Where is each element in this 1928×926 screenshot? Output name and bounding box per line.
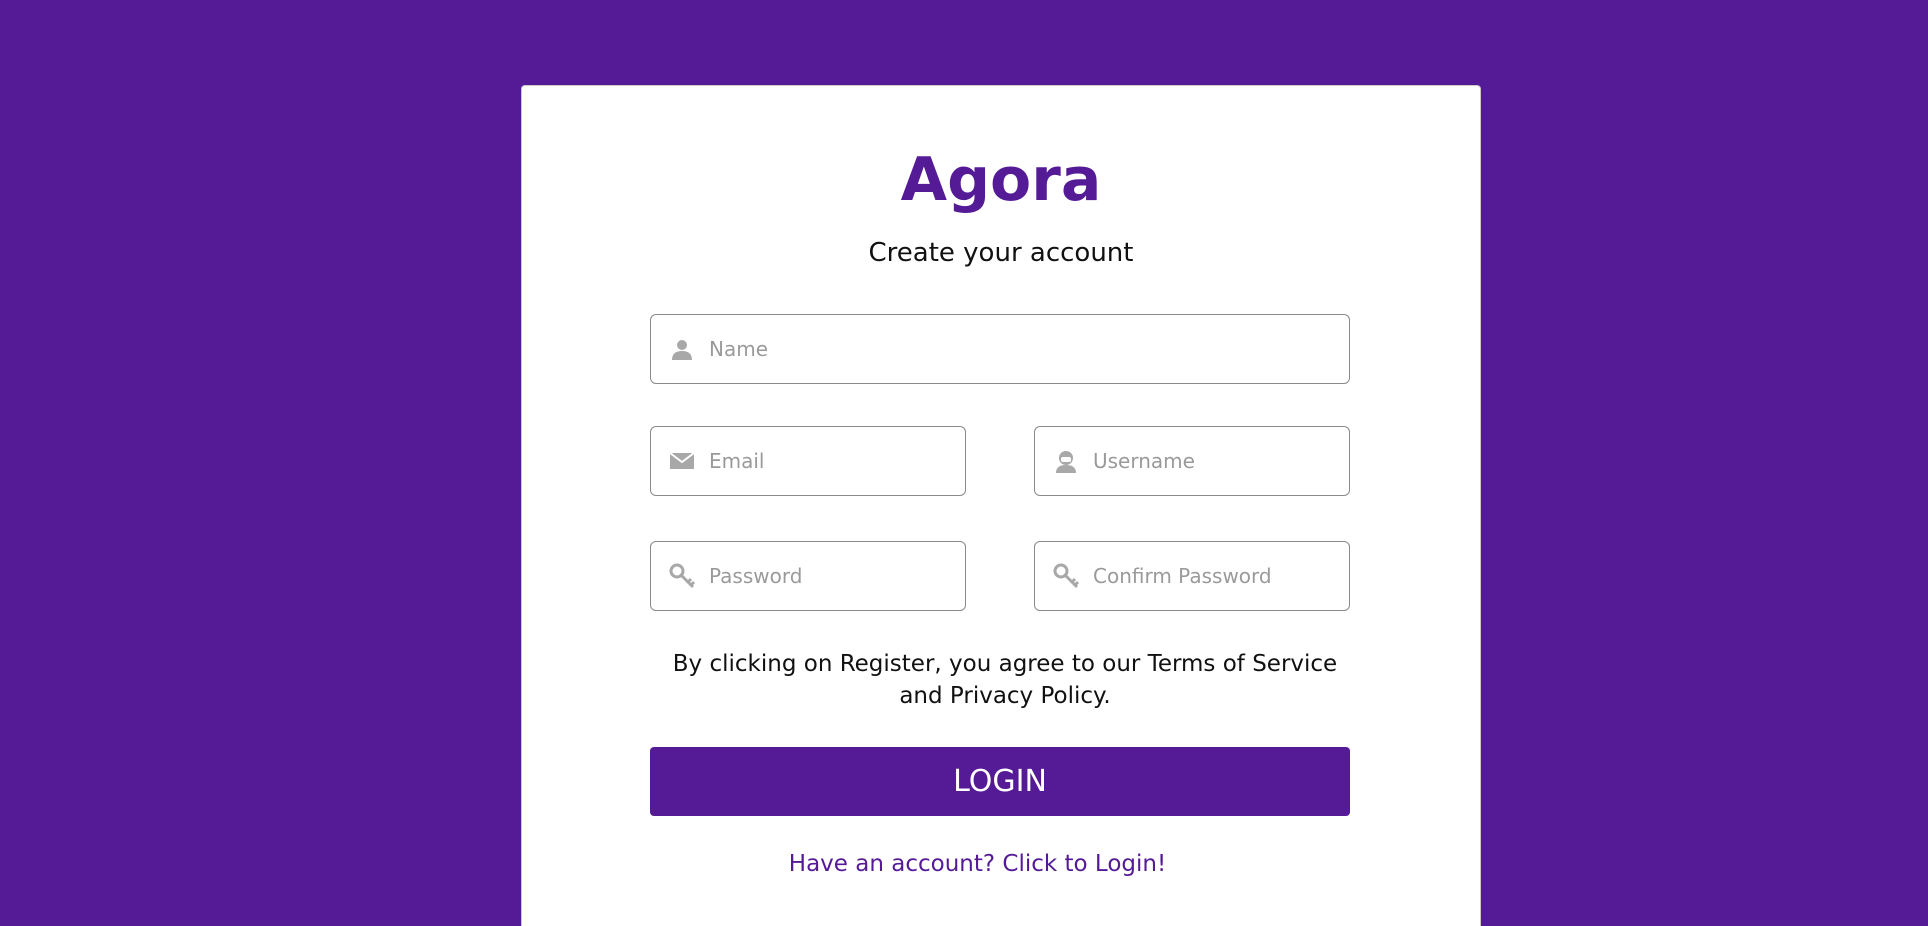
register-card: Agora Create your account Name Email Use…: [521, 85, 1481, 926]
password-input[interactable]: [709, 564, 951, 588]
confirm-password-input[interactable]: [1093, 564, 1335, 588]
password-field[interactable]: [650, 541, 966, 611]
form-subtitle: Create your account: [868, 238, 1134, 268]
name-input[interactable]: [709, 337, 1335, 361]
username-field[interactable]: [1034, 426, 1350, 496]
terms-text: By clicking on Register, you agree to ou…: [672, 651, 1338, 709]
key-icon: [669, 563, 695, 589]
envelope-icon: [669, 448, 695, 474]
email-input[interactable]: [709, 449, 951, 473]
login-link[interactable]: Have an account? Click to Login!: [650, 851, 1305, 877]
key-icon: [1053, 563, 1079, 589]
name-field[interactable]: [650, 314, 1350, 384]
login-button[interactable]: LOGIN: [650, 747, 1350, 816]
username-input[interactable]: [1093, 449, 1335, 473]
brand-title: Agora: [900, 145, 1102, 215]
user-icon: [669, 336, 695, 362]
confirm-password-field[interactable]: [1034, 541, 1350, 611]
user-circle-icon: [1053, 448, 1079, 474]
email-field[interactable]: [650, 426, 966, 496]
